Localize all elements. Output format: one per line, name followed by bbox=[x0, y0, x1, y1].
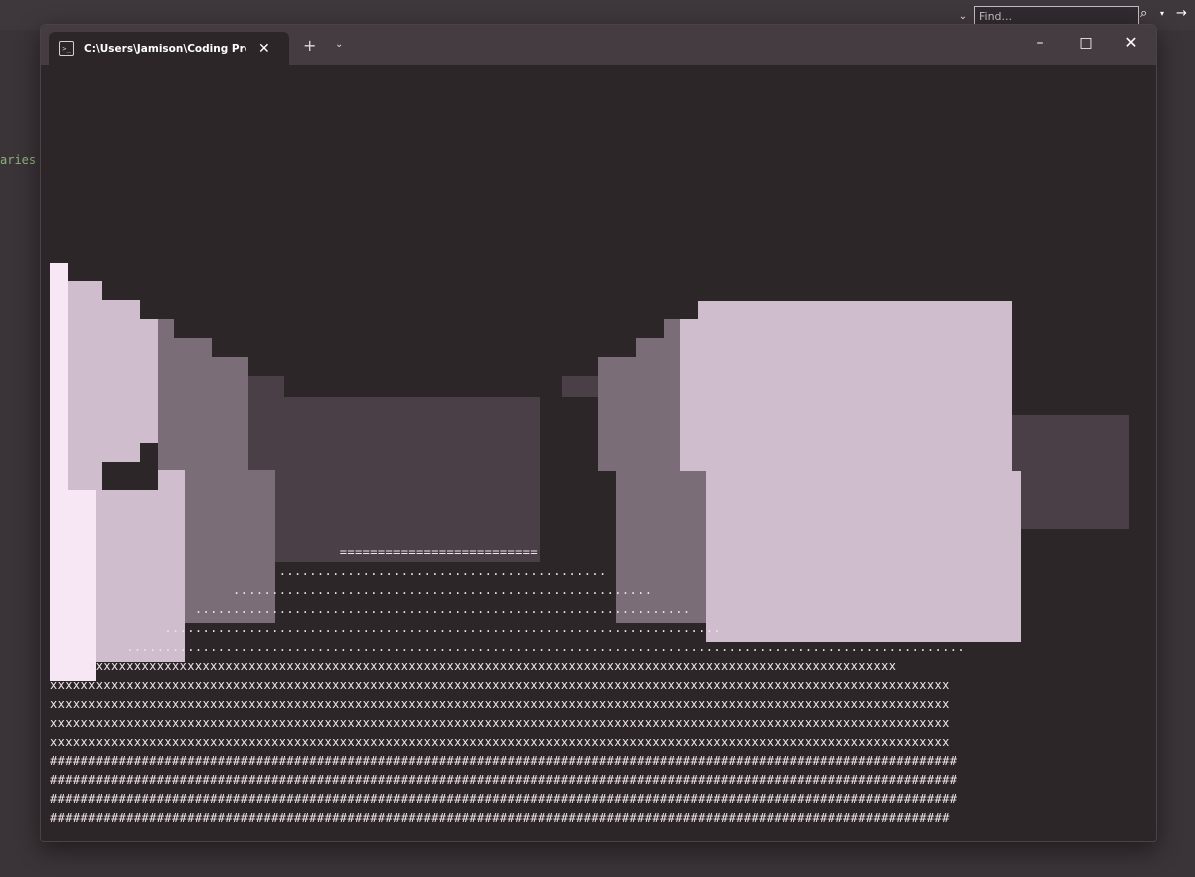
left-wall-near-2 bbox=[102, 300, 140, 462]
floor-ascii-row: ########################################… bbox=[50, 811, 950, 825]
right-wall-far-step bbox=[562, 376, 600, 397]
minimize-button[interactable]: – bbox=[1028, 35, 1052, 51]
left-wall-mid-2 bbox=[174, 338, 212, 470]
terminal-output-canvas[interactable]: ========================== .............… bbox=[41, 65, 1156, 841]
right-wall-mid-2 bbox=[636, 338, 664, 471]
floor-ascii-row: ########################################… bbox=[50, 773, 958, 787]
right-wall-mid-1 bbox=[598, 357, 636, 471]
floor-ascii-row: ########################################… bbox=[50, 792, 958, 806]
close-icon[interactable]: ✕ bbox=[258, 41, 270, 57]
floor-ascii-row: xxxxxxxxxxxxxxxxxxxxxxxxxxxxxxxxxxxxxxxx… bbox=[50, 659, 897, 673]
search-icon[interactable]: ⌕ bbox=[1140, 6, 1147, 21]
right-wall-near-step bbox=[680, 319, 698, 471]
right-wall-near-main bbox=[698, 301, 1012, 471]
terminal-tab[interactable]: >_ C:\Users\Jamison\Coding Pro ✕ bbox=[49, 32, 289, 65]
find-options-chevron-icon[interactable]: ▾ bbox=[1160, 9, 1164, 18]
right-wall-near-lower bbox=[706, 471, 1021, 642]
right-wall-mid-4 bbox=[616, 471, 706, 623]
far-wall-center bbox=[248, 397, 540, 562]
left-wall-far-step bbox=[248, 376, 284, 397]
left-wall-mid-1 bbox=[158, 319, 174, 470]
floor-ascii-row: ........................................… bbox=[50, 621, 721, 635]
floor-ascii-row: xxxxxxxxxxxxxxxxxxxxxxxxxxxxxxxxxxxxxxxx… bbox=[50, 697, 950, 711]
floor-ascii-row: xxxxxxxxxxxxxxxxxxxxxxxxxxxxxxxxxxxxxxxx… bbox=[50, 735, 950, 749]
floor-ascii-row: ########################################… bbox=[50, 754, 958, 768]
floor-ascii-row: ........................................… bbox=[50, 564, 607, 578]
maximize-button[interactable]: □ bbox=[1074, 35, 1098, 51]
floor-ascii-row: xxxxxxxxxxxxxxxxxxxxxxxxxxxxxxxxxxxxxxxx… bbox=[50, 678, 950, 692]
ide-side-code-text: aries bbox=[0, 153, 37, 167]
terminal-titlebar: >_ C:\Users\Jamison\Coding Pro ✕ + ⌄ – □… bbox=[41, 25, 1156, 65]
arrow-right-icon[interactable]: → bbox=[1176, 6, 1187, 21]
terminal-window: >_ C:\Users\Jamison\Coding Pro ✕ + ⌄ – □… bbox=[40, 24, 1157, 842]
floor-ascii-row: xxxxxxxxxxxxxxxxxxxxxxxxxxxxxxxxxxxxxxxx… bbox=[50, 716, 950, 730]
chevron-down-icon[interactable]: ⌄ bbox=[956, 11, 970, 22]
far-wall-right bbox=[1011, 415, 1129, 529]
left-wall-near-1 bbox=[68, 281, 102, 490]
floor-ascii-row: ........................................… bbox=[50, 602, 691, 616]
right-wall-mid-3 bbox=[664, 319, 680, 471]
left-wall-mid-3 bbox=[212, 357, 248, 470]
terminal-icon: >_ bbox=[59, 41, 74, 56]
left-wall-closest bbox=[50, 263, 68, 681]
new-tab-button[interactable]: + bbox=[303, 36, 316, 55]
floor-ascii-row: ........................................… bbox=[50, 583, 653, 597]
chevron-down-icon[interactable]: ⌄ bbox=[335, 39, 343, 50]
tab-title: C:\Users\Jamison\Coding Pro bbox=[84, 42, 246, 55]
close-button[interactable]: ✕ bbox=[1119, 33, 1143, 52]
floor-ascii-row: ........................................… bbox=[50, 640, 965, 654]
floor-ascii-row: ========================== bbox=[50, 545, 538, 559]
left-wall-near-3 bbox=[140, 319, 158, 443]
find-input[interactable] bbox=[974, 6, 1139, 26]
